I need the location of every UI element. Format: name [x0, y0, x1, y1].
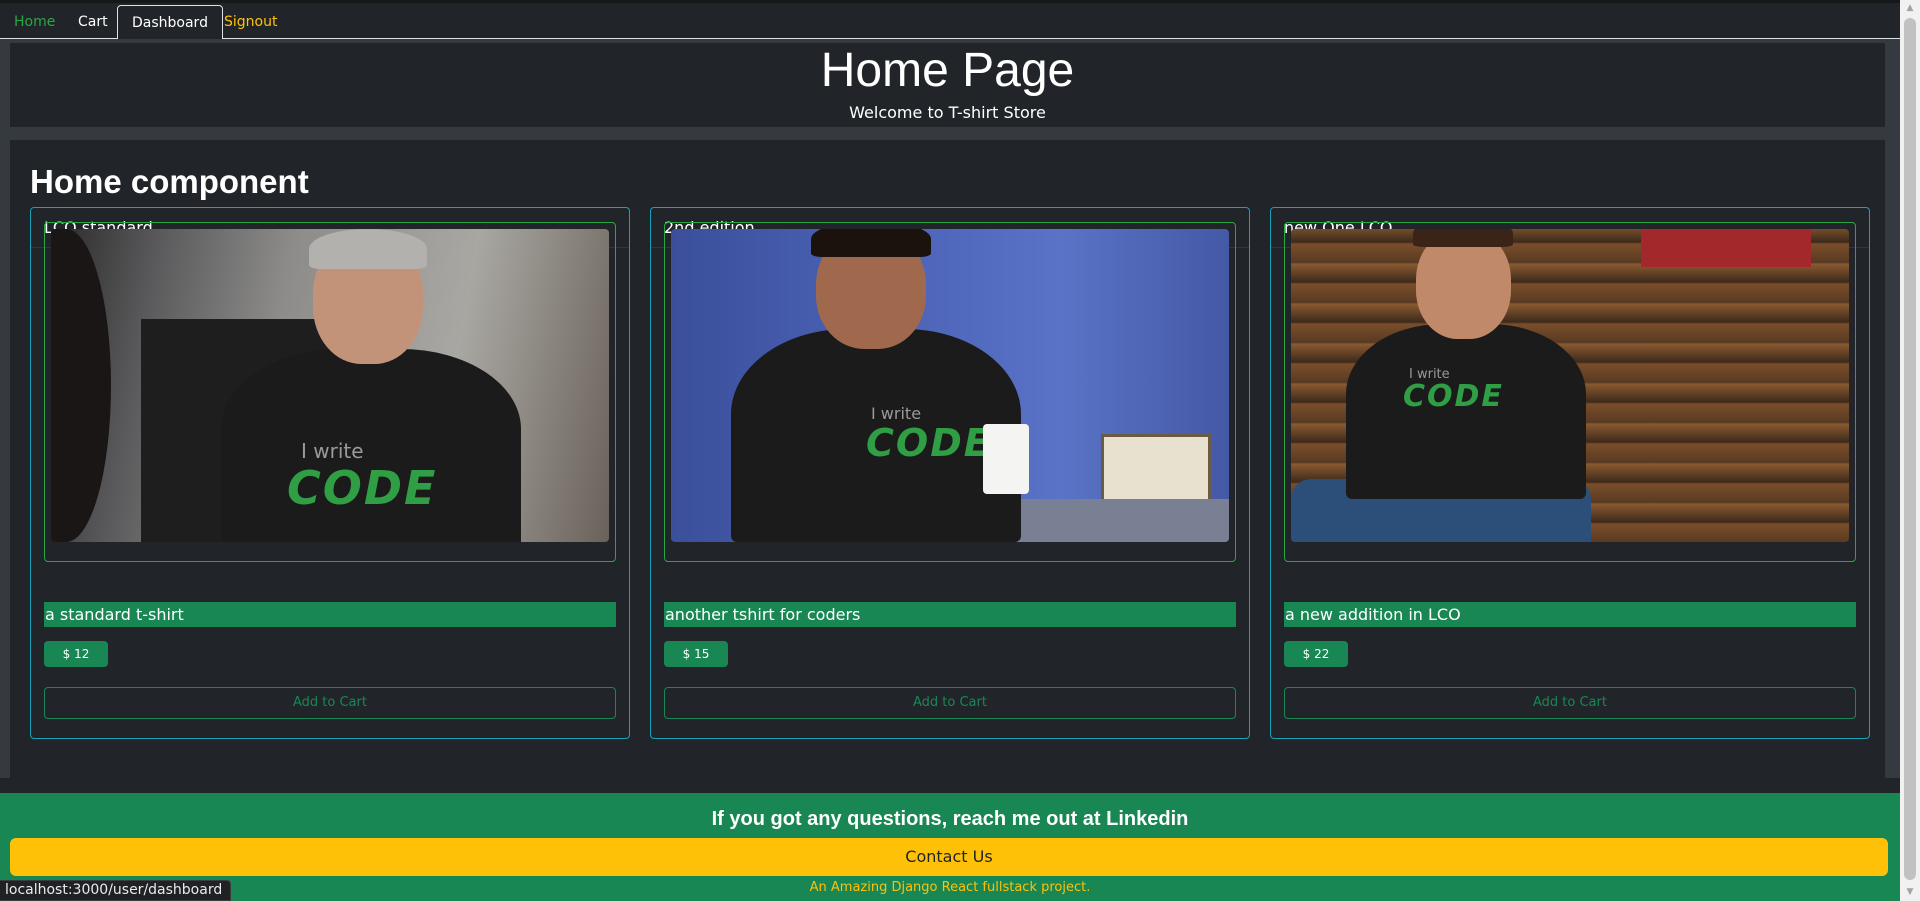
person-hair: [1413, 229, 1513, 247]
photo-red-plank: [1641, 229, 1811, 267]
product-image: I write CODE: [51, 229, 609, 542]
mug-shape: [983, 424, 1029, 494]
status-url: localhost:3000/user/dashboard: [0, 880, 232, 901]
shirt-print-line2: CODE: [1403, 379, 1504, 414]
add-to-cart-button[interactable]: Add to Cart: [664, 687, 1236, 719]
product-card: LCO standard I write CODE a standard t-s…: [30, 207, 630, 739]
page-border-left: [0, 39, 10, 778]
shirt-print-line2: CODE: [866, 421, 992, 465]
person-hair: [309, 229, 427, 269]
product-image-frame: I write CODE: [664, 222, 1236, 562]
product-image-frame: I write CODE: [44, 222, 616, 562]
shirt-print-line2: CODE: [287, 461, 438, 515]
scroll-up-icon[interactable]: ▲: [1900, 0, 1920, 17]
nav-home-link[interactable]: Home: [0, 5, 69, 41]
contact-us-button[interactable]: Contact Us: [10, 838, 1888, 876]
nav-signout-link[interactable]: Signout: [210, 5, 291, 41]
price-badge: $ 12: [44, 641, 108, 667]
shirt-print-line1: I write: [301, 439, 364, 463]
product-image: I write CODE: [1291, 229, 1849, 542]
photo-foreground-shape: [51, 229, 111, 542]
scrollbar-thumb[interactable]: [1904, 18, 1916, 880]
product-card: new One LCO I write CODE a new addition …: [1270, 207, 1870, 739]
product-image: I write CODE: [671, 229, 1229, 542]
section-heading: Home component: [30, 163, 309, 200]
footer: If you got any questions, reach me out a…: [0, 793, 1900, 901]
separator-mid: [0, 127, 1900, 140]
add-to-cart-button[interactable]: Add to Cart: [1284, 687, 1856, 719]
footer-question: If you got any questions, reach me out a…: [711, 808, 1189, 830]
photo-lamp-shape: [1101, 434, 1211, 504]
footer-tagline: An Amazing Django React fullstack projec…: [809, 880, 1091, 895]
price-badge: $ 22: [1284, 641, 1348, 667]
scroll-down-icon[interactable]: ▼: [1900, 884, 1920, 901]
top-nav: Home Cart Dashboard Signout: [0, 0, 1900, 42]
page-header: Home Page Welcome to T-shirt Store: [10, 43, 1885, 127]
product-description: a standard t-shirt: [44, 602, 616, 627]
product-image-frame: I write CODE: [1284, 222, 1856, 562]
price-badge: $ 15: [664, 641, 728, 667]
page-scrollbar[interactable]: ▲ ▼: [1900, 0, 1920, 901]
nav-dashboard-link[interactable]: Dashboard: [117, 5, 223, 42]
person-hair: [811, 229, 931, 257]
add-to-cart-button[interactable]: Add to Cart: [44, 687, 616, 719]
product-card: 2nd edition I write CODE another tshirt …: [650, 207, 1250, 739]
page-border-right: [1885, 39, 1900, 778]
product-description: a new addition in LCO: [1284, 602, 1856, 627]
page-title: Home Page: [820, 44, 1075, 97]
product-description: another tshirt for coders: [664, 602, 1236, 627]
nav-cart-link[interactable]: Cart: [64, 5, 122, 41]
page-subtitle: Welcome to T-shirt Store: [849, 103, 1046, 122]
